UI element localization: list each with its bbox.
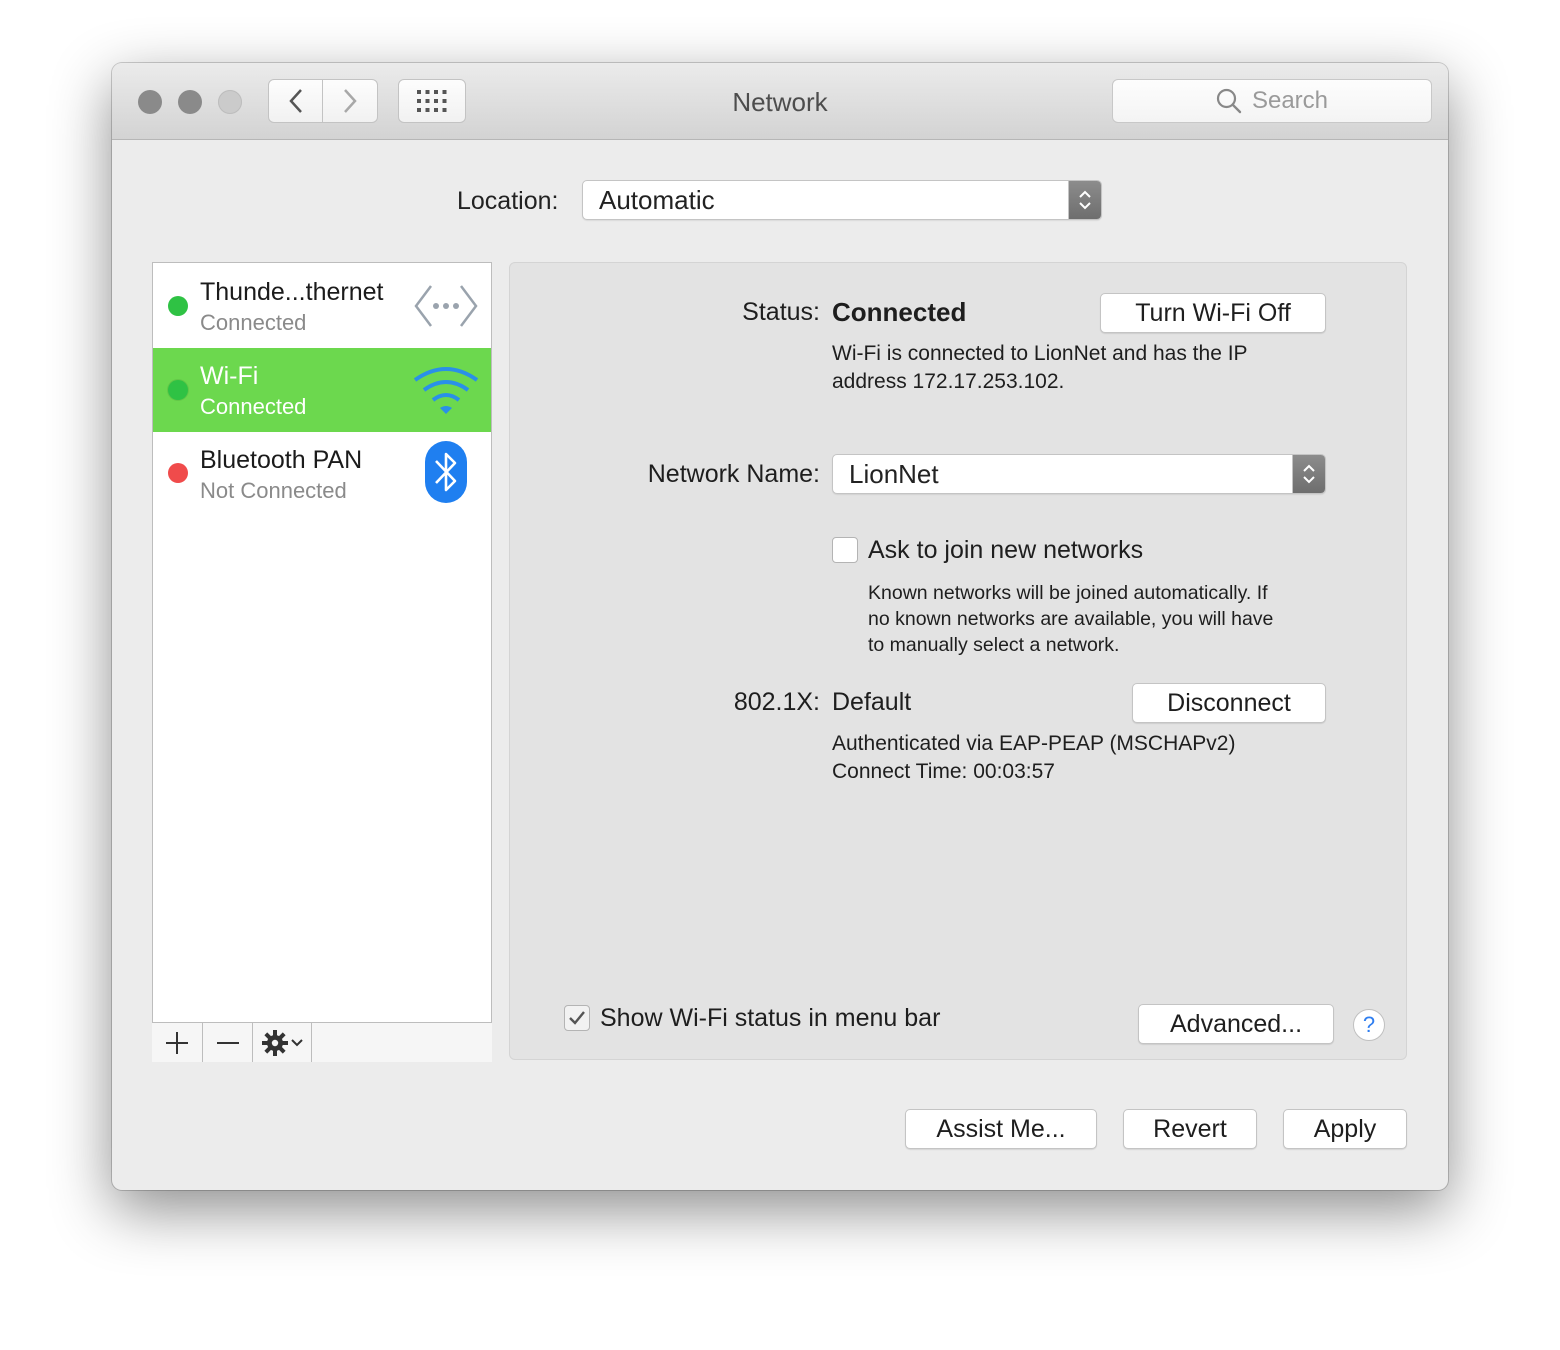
service-list: Thunde...thernet Connected Wi-Fi Connect… (152, 262, 492, 1062)
dot1x-label: 802.1X: (733, 688, 820, 716)
network-name-label: Network Name: (647, 460, 820, 488)
ethernet-icon (414, 285, 478, 327)
up-down-arrows-icon (1292, 455, 1325, 493)
service-status: Connected (200, 394, 307, 419)
connect-time: Connect Time: 00:03:57 (832, 760, 1055, 783)
status-description-line-2: address 172.17.253.102. (832, 370, 1065, 393)
gear-icon (261, 1029, 288, 1056)
service-status: Connected (200, 310, 307, 335)
ask-to-join-description-line-2: no known networks are available, you wil… (868, 608, 1274, 630)
ask-to-join-description-line-1: Known networks will be joined automatica… (868, 582, 1268, 604)
service-list-toolbar (152, 1022, 492, 1062)
show-wifi-status-checkbox[interactable] (564, 1005, 590, 1031)
network-name-popup[interactable]: LionNet (832, 454, 1326, 494)
network-name-value: LionNet (849, 458, 939, 489)
status-description-line-1: Wi-Fi is connected to LionNet and has th… (832, 342, 1248, 365)
turn-wifi-off-button[interactable]: Turn Wi-Fi Off (1100, 293, 1326, 333)
bluetooth-icon (425, 441, 467, 503)
disconnect-button[interactable]: Disconnect (1132, 683, 1326, 723)
service-name: Bluetooth PAN (200, 446, 363, 474)
status-value: Connected (832, 297, 967, 327)
ask-to-join-description-line-3: to manually select a network. (868, 634, 1120, 656)
apply-button[interactable]: Apply (1283, 1109, 1407, 1149)
service-item-ethernet[interactable]: Thunde...thernet Connected (153, 263, 491, 347)
search-icon (1216, 88, 1242, 114)
location-value: Automatic (599, 184, 715, 215)
search-field[interactable]: Search (1112, 79, 1432, 123)
up-down-arrows-icon (1068, 181, 1101, 219)
plus-icon (166, 1031, 188, 1054)
wifi-detail-panel: Status: Connected Turn Wi-Fi Off Wi-Fi i… (509, 262, 1407, 1060)
location-popup[interactable]: Automatic (582, 180, 1102, 220)
help-button[interactable]: ? (1353, 1009, 1385, 1041)
service-status: Not Connected (200, 478, 347, 503)
authentication-info: Authenticated via EAP-PEAP (MSCHAPv2) (832, 732, 1236, 755)
search-placeholder: Search (1251, 87, 1329, 114)
advanced-button[interactable]: Advanced... (1138, 1004, 1334, 1044)
status-dot (168, 463, 188, 483)
service-item-wifi[interactable]: Wi-Fi Connected (153, 348, 491, 432)
wifi-icon (413, 367, 479, 414)
remove-service-button[interactable] (203, 1023, 253, 1062)
revert-button[interactable]: Revert (1123, 1109, 1257, 1149)
location-label: Location: (457, 187, 559, 215)
add-service-button[interactable] (152, 1023, 203, 1062)
assist-me-button[interactable]: Assist Me... (905, 1109, 1097, 1149)
status-dot (168, 380, 188, 400)
status-label: Status: (742, 298, 820, 326)
service-action-menu-button[interactable] (253, 1023, 312, 1062)
dot1x-value: Default (832, 688, 912, 716)
checkmark-icon (569, 1011, 585, 1025)
service-name: Thunde...thernet (200, 278, 384, 306)
service-item-bluetooth-pan[interactable]: Bluetooth PAN Not Connected (153, 433, 491, 517)
status-dot (168, 296, 188, 316)
chevron-down-icon (290, 1038, 303, 1046)
minus-icon (216, 1041, 239, 1044)
service-name: Wi-Fi (200, 362, 259, 390)
network-preferences-window: Network Search Location: Automatic Thund… (112, 63, 1448, 1190)
ask-to-join-label: Ask to join new networks (868, 536, 1144, 564)
ask-to-join-checkbox[interactable] (832, 537, 858, 563)
show-wifi-status-label: Show Wi-Fi status in menu bar (600, 1004, 941, 1032)
title-bar: Network Search (112, 63, 1448, 140)
